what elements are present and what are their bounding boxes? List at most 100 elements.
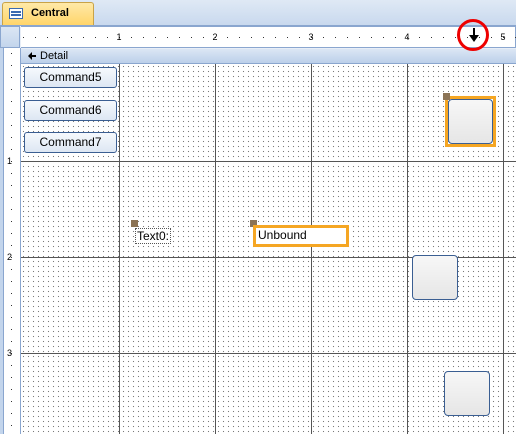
ruler-tick bbox=[35, 37, 36, 38]
ruler-tick bbox=[11, 377, 12, 378]
horizontal-ruler[interactable]: 1 2 3 4 5 bbox=[21, 26, 516, 48]
ruler-tick bbox=[11, 281, 12, 282]
ruler-tick bbox=[11, 53, 12, 54]
document-tab-strip: Central bbox=[0, 0, 516, 26]
ruler-tick bbox=[95, 37, 96, 38]
ruler-tick bbox=[11, 245, 12, 246]
ruler-tick bbox=[299, 37, 300, 38]
ruler-tick bbox=[11, 317, 12, 318]
ruler-tick bbox=[11, 389, 12, 390]
ruler-number: 4 bbox=[404, 32, 410, 42]
ruler-tick bbox=[395, 37, 396, 38]
ruler-tick bbox=[191, 37, 192, 38]
ruler-tick bbox=[11, 125, 12, 126]
ruler-tick bbox=[11, 137, 12, 138]
ruler-tick bbox=[11, 401, 12, 402]
ruler-tick bbox=[11, 329, 12, 330]
grid-line bbox=[407, 64, 408, 434]
grid-line bbox=[119, 64, 120, 434]
ruler-tick bbox=[11, 293, 12, 294]
ruler-tick bbox=[347, 37, 348, 38]
detail-section-header[interactable]: Detail bbox=[21, 49, 516, 64]
ruler-tick bbox=[11, 89, 12, 90]
ruler-tick bbox=[23, 37, 24, 38]
grid-line bbox=[311, 64, 312, 434]
move-handle[interactable] bbox=[443, 93, 450, 100]
ruler-tick bbox=[131, 37, 132, 38]
ruler-tick bbox=[203, 37, 204, 38]
ruler-tick bbox=[383, 37, 384, 38]
ruler-tick bbox=[419, 37, 420, 38]
arrow-down-icon bbox=[469, 28, 479, 42]
ruler-tick bbox=[11, 209, 12, 210]
ruler-tick bbox=[71, 37, 72, 38]
square-button-selected[interactable] bbox=[448, 99, 493, 144]
text0-textbox[interactable]: Unbound bbox=[253, 225, 349, 247]
ruler-tick bbox=[47, 37, 48, 38]
command6-button[interactable]: Command6 bbox=[24, 100, 117, 121]
ruler-tick bbox=[11, 413, 12, 414]
ruler-number: 3 bbox=[7, 348, 13, 358]
ruler-tick bbox=[323, 37, 324, 38]
ruler-tick bbox=[239, 37, 240, 38]
section-label: Detail bbox=[40, 50, 69, 62]
ruler-number: 1 bbox=[116, 32, 122, 42]
ruler-tick bbox=[371, 37, 372, 38]
ruler-tick bbox=[287, 37, 288, 38]
tab-central[interactable]: Central bbox=[2, 2, 94, 25]
ruler-tick bbox=[11, 425, 12, 426]
ruler-number: 2 bbox=[7, 252, 13, 262]
ruler-tick bbox=[11, 173, 12, 174]
ruler-tick bbox=[11, 341, 12, 342]
ruler-tick bbox=[263, 37, 264, 38]
ruler-tick bbox=[11, 77, 12, 78]
grid-line bbox=[503, 64, 504, 434]
ruler-number: 1 bbox=[7, 156, 13, 166]
ruler-tick bbox=[11, 305, 12, 306]
ruler-tick bbox=[431, 37, 432, 38]
ruler-tick bbox=[11, 101, 12, 102]
ruler-tick bbox=[491, 37, 492, 38]
ruler-tick bbox=[179, 37, 180, 38]
detail-design-grid[interactable]: Command5 Command6 Command7 Text0: Unboun… bbox=[21, 64, 516, 434]
grid-line bbox=[21, 353, 516, 354]
ruler-tick bbox=[251, 37, 252, 38]
ruler-tick bbox=[455, 37, 456, 38]
square-button[interactable] bbox=[444, 371, 490, 416]
ruler-tick bbox=[335, 37, 336, 38]
ruler-number: 2 bbox=[212, 32, 218, 42]
move-handle[interactable] bbox=[131, 220, 138, 227]
ruler-tick bbox=[275, 37, 276, 38]
form-selector[interactable] bbox=[0, 26, 20, 48]
ruler-tick bbox=[143, 37, 144, 38]
ruler-tick bbox=[11, 365, 12, 366]
ruler-tick bbox=[443, 37, 444, 38]
ruler-tick bbox=[107, 37, 108, 38]
ruler-tick bbox=[167, 37, 168, 38]
ruler-tick bbox=[11, 113, 12, 114]
section-arrow-icon bbox=[28, 52, 36, 60]
ruler-tick bbox=[83, 37, 84, 38]
square-button[interactable] bbox=[412, 255, 458, 300]
command5-button[interactable]: Command5 bbox=[24, 67, 117, 88]
ruler-tick bbox=[11, 221, 12, 222]
form-icon bbox=[9, 8, 23, 19]
command7-button[interactable]: Command7 bbox=[24, 132, 117, 153]
text0-label[interactable]: Text0: bbox=[135, 228, 172, 244]
ruler-tick bbox=[11, 233, 12, 234]
ruler-number: 3 bbox=[308, 32, 314, 42]
ruler-tick bbox=[155, 37, 156, 38]
ruler-tick bbox=[11, 185, 12, 186]
ruler-number: 5 bbox=[500, 32, 506, 42]
tab-label: Central bbox=[31, 7, 69, 19]
ruler-tick bbox=[11, 149, 12, 150]
ruler-tick bbox=[11, 269, 12, 270]
ruler-tick bbox=[227, 37, 228, 38]
ruler-tick bbox=[59, 37, 60, 38]
ruler-tick bbox=[11, 197, 12, 198]
ruler-tick bbox=[11, 65, 12, 66]
grid-line bbox=[21, 161, 516, 162]
grid-line bbox=[215, 64, 216, 434]
vertical-ruler[interactable]: 1 2 3 bbox=[4, 48, 21, 434]
ruler-tick bbox=[359, 37, 360, 38]
